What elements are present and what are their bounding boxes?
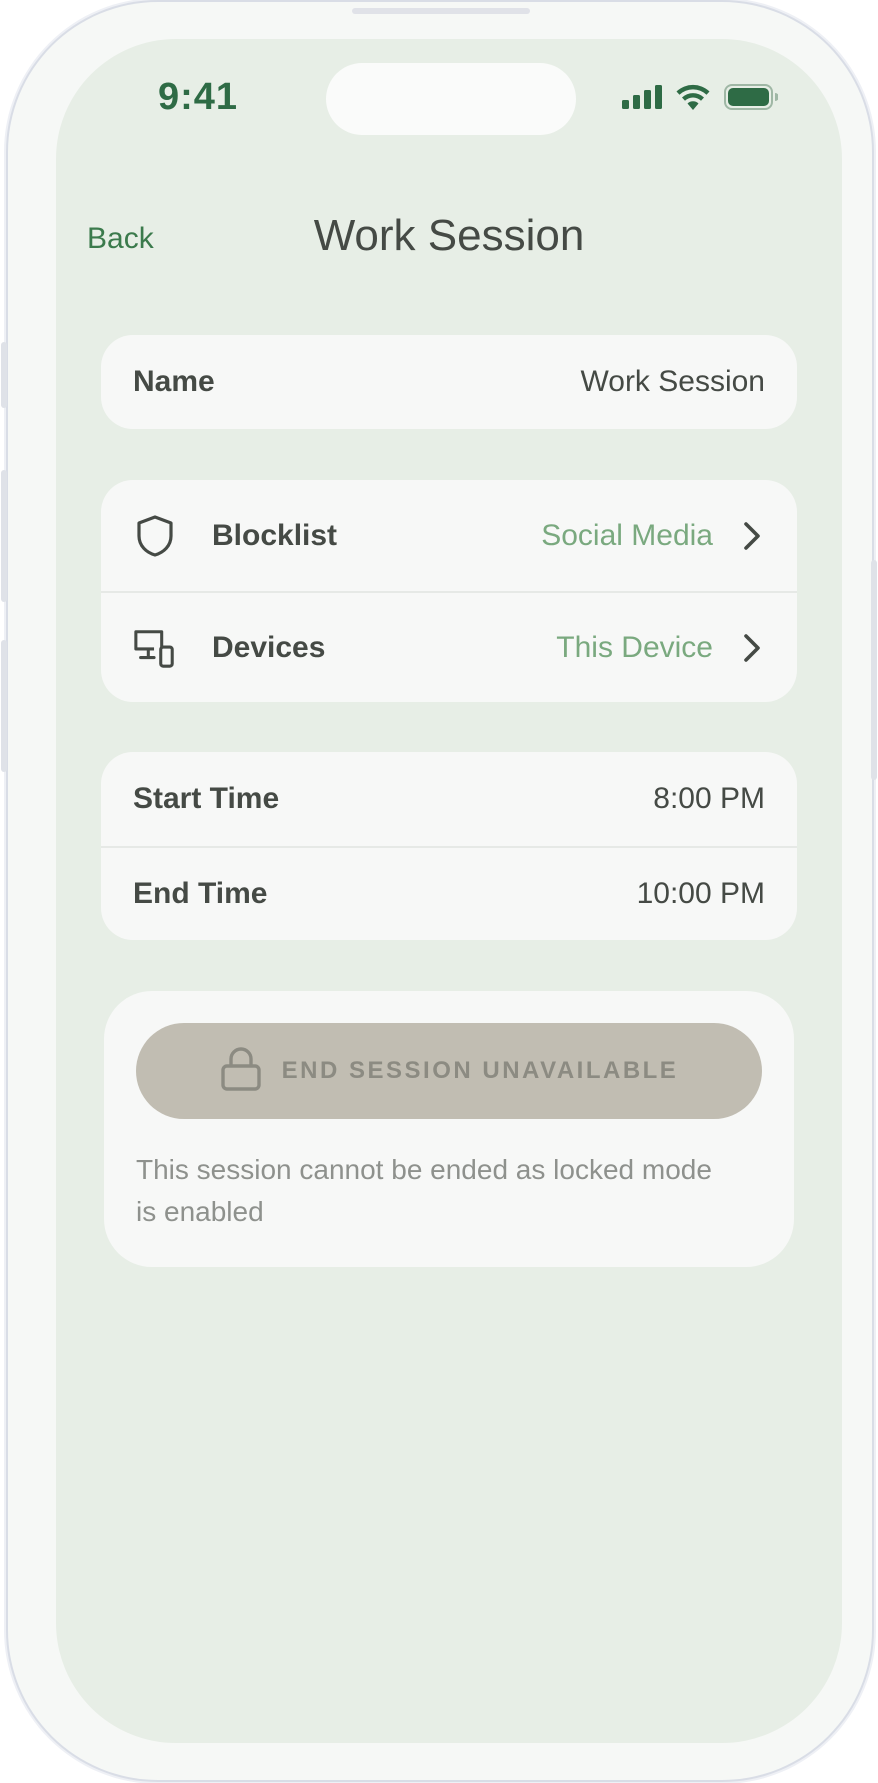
devices-label: Devices [212,630,326,664]
chevron-right-icon [741,628,765,668]
action-button [1,342,7,408]
name-label: Name [133,365,215,398]
end-session-button[interactable]: END SESSION UNAVAILABLE [136,1023,762,1119]
blocklist-label: Blocklist [212,518,338,552]
battery-icon [724,83,779,115]
wifi-icon [676,84,710,115]
settings-card: Blocklist Social Media Devices This Devi… [101,480,797,702]
end-time-row[interactable]: End Time 10:00 PM [101,846,797,940]
shield-icon [133,514,177,558]
status-time: 9:41 [158,76,239,118]
locked-mode-note: This session cannot be ended as locked m… [136,1154,712,1227]
start-time-row[interactable]: Start Time 8:00 PM [101,752,797,846]
top-bezel [352,8,530,14]
start-time-value: 8:00 PM [653,782,765,815]
phone-frame: 9:41 Back Work Session Name Work Session… [8,2,872,1780]
dynamic-island [326,63,576,135]
status-icons [622,83,779,115]
power-button [871,560,877,780]
start-time-label: Start Time [133,782,280,815]
devices-row[interactable]: Devices This Device [101,591,797,702]
volume-up-button [1,470,7,602]
chevron-right-icon [741,516,765,556]
name-value: Work Session [580,365,765,398]
blocklist-value: Social Media [541,518,713,552]
signal-bars-icon [622,84,662,114]
devices-value: This Device [556,630,713,664]
end-session-label: END SESSION UNAVAILABLE [281,1057,679,1084]
name-card: Name Work Session [101,335,797,429]
time-card: Start Time 8:00 PM End Time 10:00 PM [101,752,797,940]
end-time-value: 10:00 PM [636,877,765,910]
app-screen: 9:41 Back Work Session Name Work Session… [56,39,842,1743]
blocklist-row[interactable]: Blocklist Social Media [101,480,797,591]
page-title: Work Session [313,211,585,260]
lock-icon [220,1046,262,1097]
volume-down-button [1,640,7,772]
devices-icon [133,626,177,670]
end-session-card: END SESSION UNAVAILABLE This session can… [104,991,794,1267]
name-row[interactable]: Name Work Session [101,335,797,429]
end-time-label: End Time [133,877,268,910]
